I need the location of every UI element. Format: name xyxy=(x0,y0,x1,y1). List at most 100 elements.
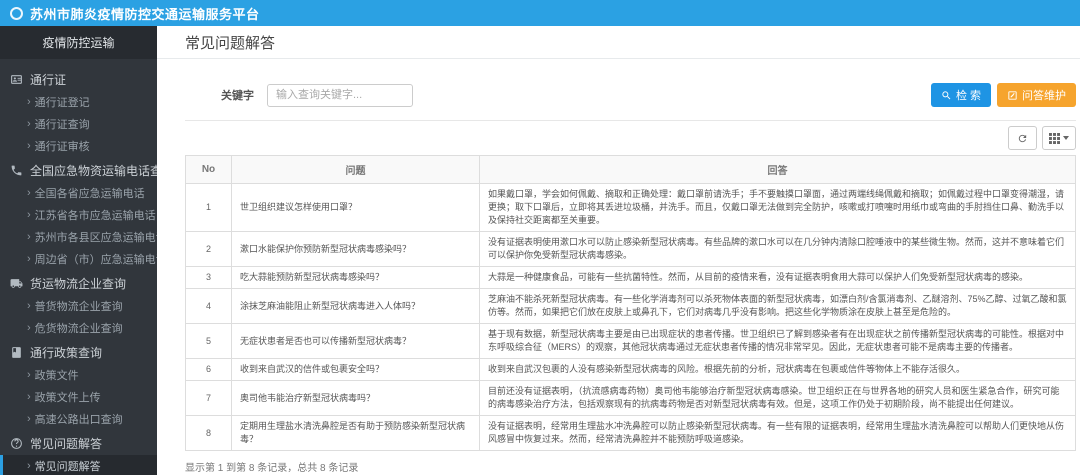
sidebar-group-emergency-phone: 全国应急物资运输电话查询 ›全国各省应急运输电话 ›江苏省各市应急运输电话 ›苏… xyxy=(0,159,157,270)
columns-toggle-button[interactable] xyxy=(1042,126,1076,150)
search-form: 关键字 检 索 问答维护 xyxy=(185,83,1076,107)
refresh-button[interactable] xyxy=(1008,126,1037,150)
sidebar-group-policy-header[interactable]: 通行政策查询 xyxy=(0,341,157,364)
sidebar-item-policy-files[interactable]: › 政策文件 xyxy=(0,364,157,386)
sidebar-item-national-phone[interactable]: › 全国各省应急运输电话 xyxy=(0,182,157,204)
table-row: 2 漱口水能保护你预防新型冠状病毒感染吗？ 没有证据表明使用漱口水可以防止感染新… xyxy=(185,231,1076,267)
page-header: 常见问题解答 xyxy=(157,26,1080,59)
sidebar-group-label: 通行政策查询 xyxy=(30,346,103,360)
sidebar-group-faq-header[interactable]: 常见问题解答 xyxy=(0,432,157,455)
sidebar-item-pass-query[interactable]: › 通行证查询 xyxy=(0,113,157,135)
column-header-no: No xyxy=(185,155,232,184)
sidebar-item-pass-register[interactable]: › 通行证登记 xyxy=(0,91,157,113)
search-button[interactable]: 检 索 xyxy=(930,83,991,107)
sidebar-group-logistics: 货运物流企业查询 › 普货物流企业查询 › 危货物流企业查询 xyxy=(0,272,157,339)
chevron-right-icon: › xyxy=(27,369,31,381)
phone-icon xyxy=(9,164,23,178)
sidebar-group-pass: 通行证 › 通行证登记 › 通行证查询 › 通行证审核 xyxy=(0,68,157,157)
faq-table: No 问题 回答 1 世卫组织建议怎样使用口罩？ 如果戴口罩，学会如何佩戴、摘取… xyxy=(185,155,1076,451)
table-row: 7 奥司他韦能治疗新型冠状病毒吗？ 目前还没有证据表明，（抗流感病毒药物）奥司他… xyxy=(185,380,1076,416)
sidebar-header: 疫情防控运输 xyxy=(0,26,157,59)
magnifier-icon xyxy=(942,90,951,99)
sidebar-item-label: 苏州市各县区应急运输电话 xyxy=(34,232,157,244)
qa-maintain-button[interactable]: 问答维护 xyxy=(997,83,1076,107)
sidebar-item-label: 政策文件上传 xyxy=(34,392,101,404)
sidebar-item-label: 周边省（市）应急运输电话 xyxy=(34,254,157,266)
cell-no: 7 xyxy=(185,380,232,416)
chevron-right-icon: › xyxy=(27,253,31,265)
platform-logo-icon xyxy=(10,6,23,20)
sidebar-group-faq: 常见问题解答 › 常见问题解答 xyxy=(0,432,157,475)
chevron-right-icon: › xyxy=(27,231,31,243)
cell-no: 2 xyxy=(185,231,232,267)
cell-answer: 芝麻油不能杀死新型冠状病毒。有一些化学消毒剂可以杀死物体表面的新型冠状病毒，如漂… xyxy=(479,288,1076,324)
chevron-right-icon: › xyxy=(27,209,31,221)
chevron-right-icon: › xyxy=(27,322,31,334)
cell-answer: 如果戴口罩，学会如何佩戴、摘取和正确处理：戴口罩前请洗手；手不要触摸口罩面，通过… xyxy=(479,183,1076,232)
sidebar-item-dangerous-cargo[interactable]: › 危货物流企业查询 xyxy=(0,317,157,339)
cell-no: 3 xyxy=(185,266,232,289)
column-header-answer: 回答 xyxy=(479,155,1076,184)
cell-question: 世卫组织建议怎样使用口罩？ xyxy=(231,183,480,232)
chevron-right-icon: › xyxy=(27,391,31,403)
chevron-right-icon: › xyxy=(27,413,31,425)
cell-no: 8 xyxy=(185,415,232,451)
sidebar-item-policy-upload[interactable]: › 政策文件上传 xyxy=(0,386,157,408)
sidebar-group-policy: 通行政策查询 › 政策文件 › 政策文件上传 › 高速公路出口查询 xyxy=(0,341,157,430)
cell-answer: 收到来自武汉包裹的人没有感染新型冠状病毒的风险。根据先前的分析，冠状病毒在包裹或… xyxy=(479,358,1076,381)
edit-icon xyxy=(1008,90,1017,100)
sidebar-group-label: 常见问题解答 xyxy=(30,437,103,451)
cell-answer: 目前还没有证据表明，（抗流感病毒药物）奥司他韦能够治疗新型冠状病毒感染。世卫组织… xyxy=(479,380,1076,416)
table-row: 6 收到来自武汉的信件或包裹安全吗？ 收到来自武汉包裹的人没有感染新型冠状病毒的… xyxy=(185,358,1076,381)
sidebar-group-logistics-header[interactable]: 货运物流企业查询 xyxy=(0,272,157,295)
sidebar-group-emergency-phone-header[interactable]: 全国应急物资运输电话查询 xyxy=(0,159,157,182)
sidebar-item-label: 政策文件 xyxy=(34,370,79,382)
sidebar-item-highway-exit[interactable]: › 高速公路出口查询 xyxy=(0,408,157,430)
sidebar-item-faq[interactable]: › 常见问题解答 xyxy=(0,455,157,475)
sidebar-group-label: 货运物流企业查询 xyxy=(30,277,127,291)
table-row: 1 世卫组织建议怎样使用口罩？ 如果戴口罩，学会如何佩戴、摘取和正确处理：戴口罩… xyxy=(185,183,1076,232)
refresh-icon xyxy=(1018,134,1027,142)
sidebar-group-pass-header[interactable]: 通行证 xyxy=(0,68,157,91)
sidebar-item-nearby-phone[interactable]: › 周边省（市）应急运输电话 xyxy=(0,248,157,270)
sidebar-menu: 通行证 ›通行证登记 ›通行证查询 ›通行证审核 全国应急物资运输电话查询 ›全… xyxy=(0,59,157,475)
topbar: 苏州市肺炎疫情防控交通运输服务平台 xyxy=(0,0,1080,26)
cell-question: 涂抹芝麻油能阻止新型冠状病毒进入人体吗？ xyxy=(231,288,480,324)
cell-answer: 大蒜是一种健康食品，可能有一些抗菌特性。然而，从目前的疫情来看，没有证据表明食用… xyxy=(479,266,1076,289)
chevron-right-icon: › xyxy=(27,187,31,199)
cell-question: 无症状患者是否也可以传播新型冠状病毒？ xyxy=(231,323,480,359)
question-circle-icon xyxy=(9,437,23,451)
truck-icon xyxy=(9,277,23,291)
sidebar-item-general-cargo[interactable]: › 普货物流企业查询 xyxy=(0,295,157,317)
cell-answer: 基于现有数据，新型冠状病毒主要是由已出现症状的患者传播。世卫组织已了解到感染者有… xyxy=(479,323,1076,359)
sidebar-group-label: 通行证 xyxy=(30,73,67,87)
sidebar-item-jiangsu-phone[interactable]: › 江苏省各市应急运输电话 xyxy=(0,204,157,226)
main-area: 常见问题解答 关键字 检 索 问答维护 xyxy=(157,26,1080,475)
keyword-input[interactable] xyxy=(267,83,413,107)
qa-maintain-button-label: 问答维护 xyxy=(1022,90,1066,102)
sidebar-item-pass-audit[interactable]: › 通行证审核 xyxy=(0,135,157,157)
sidebar-item-label: 普货物流企业查询 xyxy=(34,301,123,313)
column-header-question: 问题 xyxy=(231,155,480,184)
chevron-right-icon: › xyxy=(27,460,31,472)
chevron-right-icon: › xyxy=(27,118,31,130)
sidebar-item-label: 高速公路出口查询 xyxy=(34,414,123,426)
cell-question: 收到来自武汉的信件或包裹安全吗？ xyxy=(231,358,480,381)
caret-down-icon xyxy=(1063,136,1069,140)
sidebar-group-label: 全国应急物资运输电话查询 xyxy=(30,164,157,178)
cell-question: 奥司他韦能治疗新型冠状病毒吗？ xyxy=(231,380,480,416)
book-icon xyxy=(9,346,23,360)
chevron-right-icon: › xyxy=(27,140,31,152)
sidebar-item-suzhou-phone[interactable]: › 苏州市各县区应急运输电话 xyxy=(0,226,157,248)
table-header-row: No 问题 回答 xyxy=(185,155,1076,184)
cell-answer: 没有证据表明，经常用生理盐水冲洗鼻腔可以防止感染新型冠状病毒。有一些有限的证据表… xyxy=(479,415,1076,451)
cell-question: 定期用生理盐水清洗鼻腔是否有助于预防感染新型冠状病毒？ xyxy=(231,415,480,451)
content-area: 关键字 检 索 问答维护 xyxy=(157,59,1080,475)
table-row: 5 无症状患者是否也可以传播新型冠状病毒？ 基于现有数据，新型冠状病毒主要是由已… xyxy=(185,323,1076,359)
id-card-icon xyxy=(9,73,23,87)
divider xyxy=(185,120,1076,121)
sidebar: 疫情防控运输 通行证 › 通行证登记 › 通行证查询 › 通行证审核 全国应急物… xyxy=(0,26,157,475)
cell-no: 1 xyxy=(185,183,232,232)
table-row: 4 涂抹芝麻油能阻止新型冠状病毒进入人体吗？ 芝麻油不能杀死新型冠状病毒。有一些… xyxy=(185,288,1076,324)
sidebar-item-label: 江苏省各市应急运输电话 xyxy=(34,210,156,222)
